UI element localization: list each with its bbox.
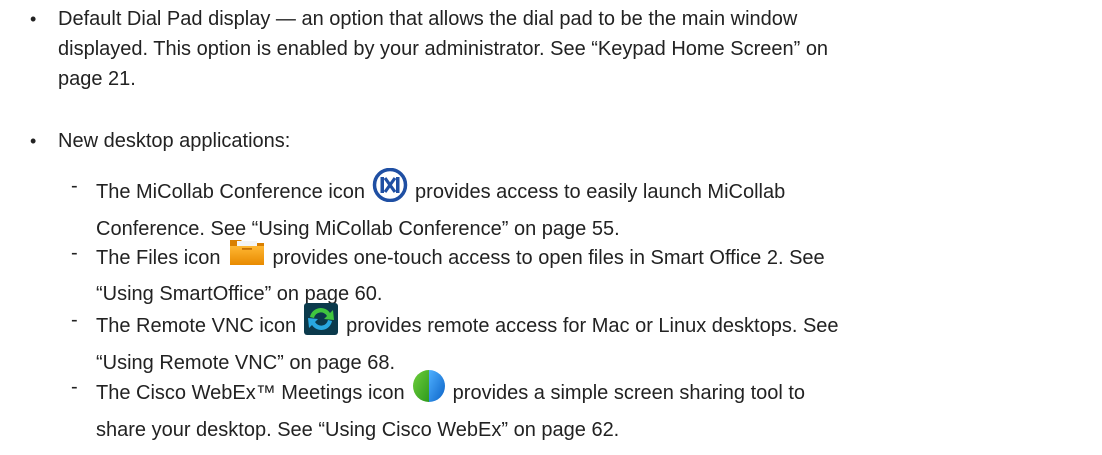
text-before-icon: The Remote VNC icon bbox=[96, 314, 297, 337]
dash-marker: - bbox=[71, 376, 78, 398]
remote-vnc-icon bbox=[303, 302, 339, 345]
text-line: The Cisco WebEx™ Meetings icon provides a… bbox=[96, 369, 1091, 415]
text-before-icon: The Files icon bbox=[96, 246, 221, 269]
cisco-webex-meetings-icon bbox=[412, 369, 446, 412]
text-line: New desktop applications: bbox=[58, 130, 291, 152]
sub-item-text: The Remote VNC icon provides remote acces… bbox=[96, 302, 1091, 378]
sub-item-text: The MiCollab Conference icon provides acc… bbox=[96, 167, 1091, 244]
text-line: displayed. This option is enabled by you… bbox=[58, 38, 829, 60]
text-after-icon: provides remote access for Mac or Linux … bbox=[346, 314, 839, 337]
text-after-icon: provides access to easily launch MiColla… bbox=[415, 180, 786, 203]
text-after-icon: provides one-touch access to open files … bbox=[272, 246, 825, 269]
dash-marker: - bbox=[71, 175, 78, 197]
bullet-symbol: • bbox=[30, 9, 37, 29]
text-line: The Remote VNC icon provides remote acces… bbox=[96, 302, 1091, 348]
bullet-text: New desktop applications: bbox=[58, 126, 1088, 156]
files-folder-icon bbox=[228, 235, 266, 276]
text-line: share your desktop. See “Using Cisco Web… bbox=[96, 419, 620, 441]
sub-item-text: The Cisco WebEx™ Meetings icon provides a… bbox=[96, 369, 1091, 445]
micollab-conference-icon bbox=[372, 167, 408, 211]
document-page: • Default Dial Pad display — an option t… bbox=[0, 0, 1102, 455]
text-line: Default Dial Pad display — an option tha… bbox=[58, 8, 798, 30]
text-before-icon: The Cisco WebEx™ Meetings icon bbox=[96, 381, 405, 404]
sub-item-text: The Files icon provides one-touch access … bbox=[96, 238, 1091, 309]
bullet-text: Default Dial Pad display — an option tha… bbox=[58, 4, 1088, 94]
bullet-symbol: • bbox=[30, 131, 37, 151]
text-after-icon: provides a simple screen sharing tool to bbox=[452, 381, 806, 404]
text-line: page 21. bbox=[58, 68, 136, 90]
text-line: The Files icon provides one-touch access … bbox=[96, 238, 1091, 279]
dash-marker: - bbox=[71, 309, 78, 331]
dash-marker: - bbox=[71, 242, 78, 264]
text-line: The MiCollab Conference icon provides acc… bbox=[96, 167, 1091, 214]
text-before-icon: The MiCollab Conference icon bbox=[96, 180, 366, 203]
